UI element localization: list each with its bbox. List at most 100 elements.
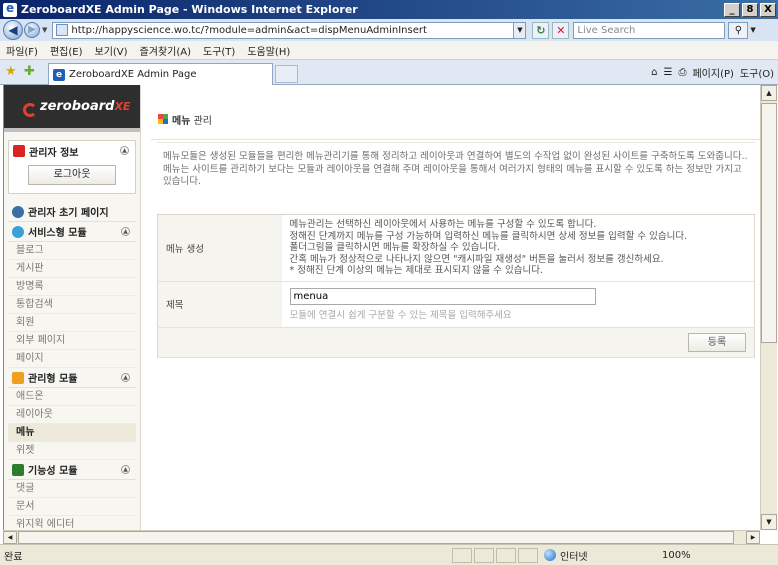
page-header: 메뉴 관리	[151, 100, 760, 140]
menu-bar: 파일(F) 편집(E) 보기(V) 즐겨찾기(A) 도구(T) 도움말(H)	[0, 41, 778, 60]
menu-tools[interactable]: 도구(T)	[197, 43, 241, 58]
scroll-down-icon[interactable]: ▼	[761, 514, 777, 530]
scroll-up-icon[interactable]: ▲	[761, 85, 777, 101]
admin-modules-label: 관리형 모듈	[28, 374, 78, 385]
menu-favorites[interactable]: 즐겨찾기(A)	[134, 43, 197, 58]
menu-view[interactable]: 보기(V)	[89, 43, 134, 58]
admin-modules-header[interactable]: 관리형 모듈 ▲	[8, 368, 136, 388]
maximize-button[interactable]: 8	[742, 2, 758, 17]
admin-home-label: 관리자 초기 페이지	[28, 208, 109, 219]
sidebar-item-layout[interactable]: 레이아웃	[8, 406, 136, 424]
menu-file[interactable]: 파일(F)	[0, 43, 44, 58]
title-input[interactable]: menua	[289, 287, 596, 305]
sidebar-item-guestbook[interactable]: 방명록	[8, 278, 136, 296]
sidebar-item-editor[interactable]: 위지윅 에디터	[8, 516, 136, 530]
add-favorite-icon[interactable]: ✚	[24, 64, 35, 79]
function-modules-label: 기능성 모듈	[28, 466, 78, 477]
logo-text: zeroboard	[40, 99, 115, 114]
sidebar-item-widget[interactable]: 위젯	[8, 442, 136, 460]
sidebar-item-external-page[interactable]: 외부 페이지	[8, 332, 136, 350]
description-line-1: 메뉴모듈은 생성된 모듈들을 편리한 메뉴관리기를 통해 정리하고 레이아웃과 …	[163, 151, 748, 162]
address-bar: ◀ ▶ ▼ http://happyscience.wo.tc/?module=…	[0, 19, 778, 41]
function-modules-header[interactable]: 기능성 모듈 ▲	[8, 460, 136, 480]
search-button[interactable]: ⚲	[728, 21, 749, 39]
close-button[interactable]: X	[760, 2, 776, 17]
sidebar-item-member[interactable]: 회원	[8, 314, 136, 332]
sidebar-item-page[interactable]: 페이지	[8, 350, 136, 368]
tab-favicon-icon: e	[53, 68, 65, 81]
admin-info-box: 관리자 정보 ▲ 로그아웃	[8, 140, 136, 194]
url-field[interactable]: http://happyscience.wo.tc/?module=admin&…	[52, 21, 527, 39]
collapse-toggle-icon[interactable]: ▲	[120, 146, 129, 155]
admin-info-label: 관리자 정보	[29, 147, 79, 159]
home-icon[interactable]: ⌂	[651, 67, 657, 78]
new-tab-button[interactable]	[275, 65, 298, 83]
collapse-toggle-icon[interactable]: ▲	[121, 227, 130, 236]
internet-globe-icon	[544, 549, 556, 561]
refresh-button[interactable]: ↻	[532, 21, 550, 39]
security-zone[interactable]: 인터넷	[544, 548, 654, 563]
zoom-level[interactable]: 100%	[662, 550, 691, 561]
print-icon[interactable]: ⎙	[678, 67, 686, 78]
sidebar-item-comment[interactable]: 댓글	[8, 480, 136, 498]
menu-edit[interactable]: 편집(E)	[44, 43, 89, 58]
url-dropdown-icon[interactable]: ▼	[513, 22, 526, 38]
admin-module-icon	[12, 371, 24, 384]
service-modules-header[interactable]: 서비스형 모듈 ▲	[8, 222, 136, 242]
window-titlebar: ZeroboardXE Admin Page - Windows Interne…	[0, 0, 778, 19]
horizontal-scrollbar[interactable]: ◀ ▶	[3, 530, 760, 544]
page-icon	[56, 24, 69, 36]
collapse-toggle-icon[interactable]: ▲	[121, 373, 130, 382]
module-description: 메뉴모듈은 생성된 모듈들을 편리한 메뉴관리기를 통해 정리하고 레이아웃과 …	[157, 142, 755, 189]
window-title: ZeroboardXE Admin Page - Windows Interne…	[21, 3, 358, 16]
scroll-right-icon[interactable]: ▶	[746, 531, 760, 544]
service-module-icon	[12, 225, 24, 238]
tab-title: ZeroboardXE Admin Page	[69, 69, 197, 80]
logo-suffix: XE	[114, 100, 131, 113]
sidebar-item-addon[interactable]: 애드온	[8, 388, 136, 406]
title-label: 제목	[157, 281, 282, 328]
vertical-scrollbar[interactable]: ▲ ▼	[760, 85, 777, 530]
vertical-scroll-thumb[interactable]	[761, 103, 777, 343]
tools-menu[interactable]: 도구(O)	[740, 65, 774, 80]
sidebar-item-blog[interactable]: 블로그	[8, 242, 136, 260]
horizontal-scroll-thumb[interactable]	[18, 531, 734, 544]
function-module-icon	[12, 463, 24, 476]
status-bar: 완료 인터넷 100%	[0, 544, 778, 565]
service-modules-label: 서비스형 모듈	[28, 228, 87, 239]
menu-help[interactable]: 도움말(H)	[241, 43, 296, 58]
main-content: 메뉴 관리 메뉴모듈은 생성된 모듈들을 편리한 메뉴관리기를 통해 정리하고 …	[151, 85, 760, 530]
title-hint: 모듈에 연결시 쉽게 구분할 수 있는 제목을 입력해주세요	[289, 309, 512, 321]
collapse-toggle-icon[interactable]: ▲	[121, 465, 130, 474]
scroll-left-icon[interactable]: ◀	[3, 531, 17, 544]
logo-mark-icon	[23, 103, 37, 117]
forward-button[interactable]: ▶	[24, 22, 40, 38]
zeroboard-logo[interactable]: zeroboardXE	[4, 85, 140, 132]
sidebar-item-search[interactable]: 통합검색	[8, 296, 136, 314]
page-viewport: zeroboardXE 관리자 정보 ▲ 로그아웃 관리자 초기 페이지 서비스…	[3, 85, 760, 530]
feeds-icon[interactable]: ☰	[664, 67, 673, 78]
submit-button[interactable]: 등록	[688, 333, 746, 352]
page-menu[interactable]: 페이지(P)	[692, 65, 733, 80]
search-input[interactable]: Live Search	[573, 21, 726, 39]
tab-bar: ★ ✚ e ZeroboardXE Admin Page ⌂ ☰ ⎙ 페이지(P…	[0, 60, 778, 85]
sidebar-item-board[interactable]: 게시판	[8, 260, 136, 278]
admin-home-section: 관리자 초기 페이지 서비스형 모듈 ▲ 블로그 게시판 방명록 통합검색 회원…	[8, 202, 136, 530]
stop-button[interactable]: ✕	[552, 21, 570, 39]
command-bar: ⌂ ☰ ⎙ 페이지(P) 도구(O)	[645, 65, 774, 80]
history-dropdown-icon[interactable]: ▼	[42, 26, 47, 34]
url-text[interactable]: http://happyscience.wo.tc/?module=admin&…	[71, 25, 513, 36]
zone-label: 인터넷	[560, 551, 588, 563]
description-line-2: 메뉴는 사이트를 관리하기 보다는 모듈과 레이아웃을 연결해 주며 레이아웃을…	[163, 163, 742, 188]
logout-button[interactable]: 로그아웃	[28, 165, 116, 185]
search-options-icon[interactable]: ▼	[750, 26, 755, 34]
menu-create-label: 메뉴 생성	[157, 214, 282, 282]
menu-module-icon	[158, 114, 168, 124]
admin-home-link[interactable]: 관리자 초기 페이지	[8, 202, 136, 222]
sidebar-item-document[interactable]: 문서	[8, 498, 136, 516]
minimize-button[interactable]: _	[724, 2, 740, 17]
sidebar-item-menu[interactable]: 메뉴	[8, 424, 136, 442]
tab-admin-page[interactable]: e ZeroboardXE Admin Page	[48, 63, 273, 85]
favorites-star-icon[interactable]: ★	[5, 64, 17, 79]
back-button[interactable]: ◀	[3, 20, 23, 40]
